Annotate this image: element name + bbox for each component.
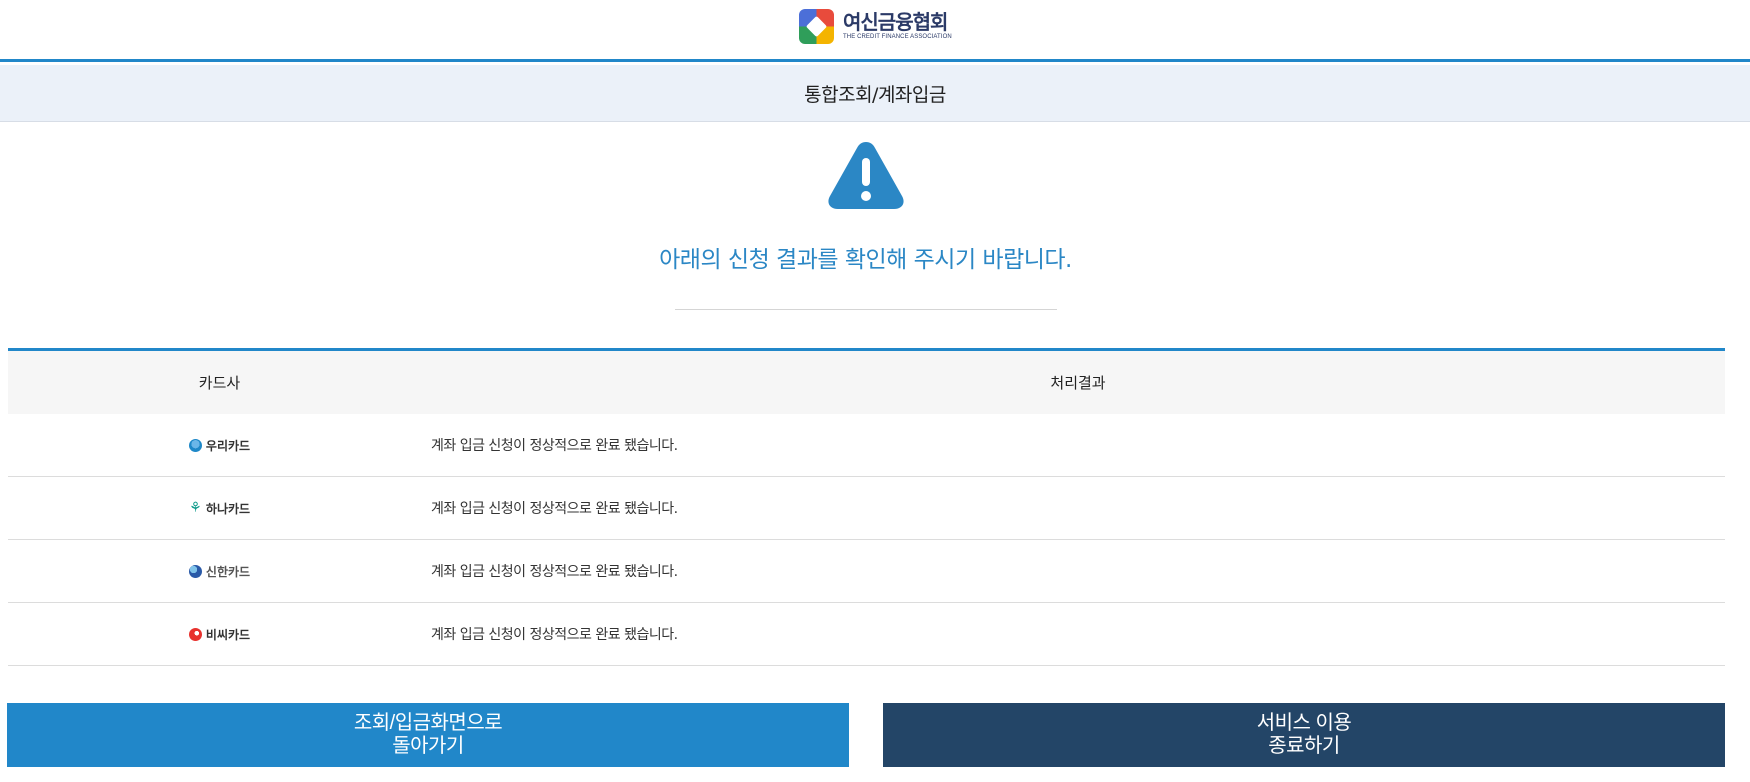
result-text: 계좌 입금 신청이 정상적으로 완료 됐습니다.: [431, 501, 678, 517]
result-text: 계좌 입금 신청이 정상적으로 완료 됐습니다.: [431, 564, 678, 580]
page-title: 통합조회/계좌입금: [804, 83, 946, 106]
table-row: 비씨카드 계좌 입금 신청이 정상적으로 완료 됐습니다.: [8, 603, 1725, 666]
shinhan-card-icon: [188, 564, 202, 578]
hana-card-logo: ⚘ 하나카드: [189, 499, 251, 516]
woori-card-icon: [188, 438, 202, 452]
credit-finance-association-logo[interactable]: 여신금융협회 THE CREDIT FINANCE ASSOCIATION: [799, 8, 952, 44]
bc-card-icon: [188, 627, 202, 641]
page-title-bar: 통합조회/계좌입금: [0, 65, 1750, 122]
hana-card-icon: ⚘: [189, 499, 202, 516]
result-text: 계좌 입금 신청이 정상적으로 완료 됐습니다.: [431, 627, 678, 643]
shinhan-card-logo: 신한카드: [188, 563, 250, 580]
association-logo-icon: [799, 8, 834, 44]
divider: [675, 309, 1057, 310]
result-text: 계좌 입금 신청이 정상적으로 완료 됐습니다.: [431, 438, 678, 454]
result-table: 카드사 처리결과 우리카드 계좌 입금 신청이 정상적으로 완료 됐습니다. ⚘…: [8, 348, 1725, 666]
result-notice-message: 아래의 신청 결과를 확인해 주시기 바랍니다.: [659, 247, 1072, 273]
column-header-result: 처리결과: [1050, 374, 1106, 392]
table-row: 신한카드 계좌 입금 신청이 정상적으로 완료 됐습니다.: [8, 540, 1725, 603]
table-row: ⚘ 하나카드 계좌 입금 신청이 정상적으로 완료 됐습니다.: [8, 477, 1725, 540]
bc-card-logo: 비씨카드: [188, 626, 250, 643]
table-header: 카드사 처리결과: [8, 351, 1725, 414]
column-header-card-company: 카드사: [198, 374, 241, 392]
table-row: 우리카드 계좌 입금 신청이 정상적으로 완료 됐습니다.: [8, 414, 1725, 477]
alert-triangle-icon: [828, 142, 904, 209]
logo-english-text: THE CREDIT FINANCE ASSOCIATION: [843, 34, 952, 40]
back-to-inquiry-button[interactable]: 조회/입금화면으로 돌아가기: [7, 703, 849, 767]
header: 여신금융협회 THE CREDIT FINANCE ASSOCIATION: [0, 0, 1750, 62]
logo-korean-text: 여신금융협회: [843, 10, 948, 34]
end-service-button[interactable]: 서비스 이용 종료하기: [883, 703, 1725, 767]
woori-card-logo: 우리카드: [188, 437, 250, 454]
